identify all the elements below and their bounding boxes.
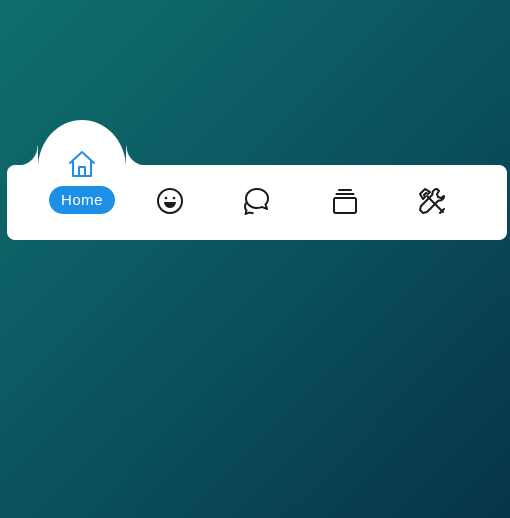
tools-icon [419,188,445,214]
nav-item-chat[interactable] [241,185,273,217]
home-icon [69,151,95,177]
nav-bump-curve-left [18,146,38,166]
home-label-pill[interactable]: Home [49,186,115,214]
nav-bump-curve-right [126,146,146,166]
smiley-icon [157,188,183,214]
nav-item-tools[interactable] [416,185,448,217]
chat-bubbles-icon [244,188,269,215]
nav-item-home[interactable] [66,148,98,180]
nav-item-emoji[interactable] [154,185,186,217]
stacked-cards-icon [333,189,357,214]
nav-item-stack[interactable] [329,185,361,217]
